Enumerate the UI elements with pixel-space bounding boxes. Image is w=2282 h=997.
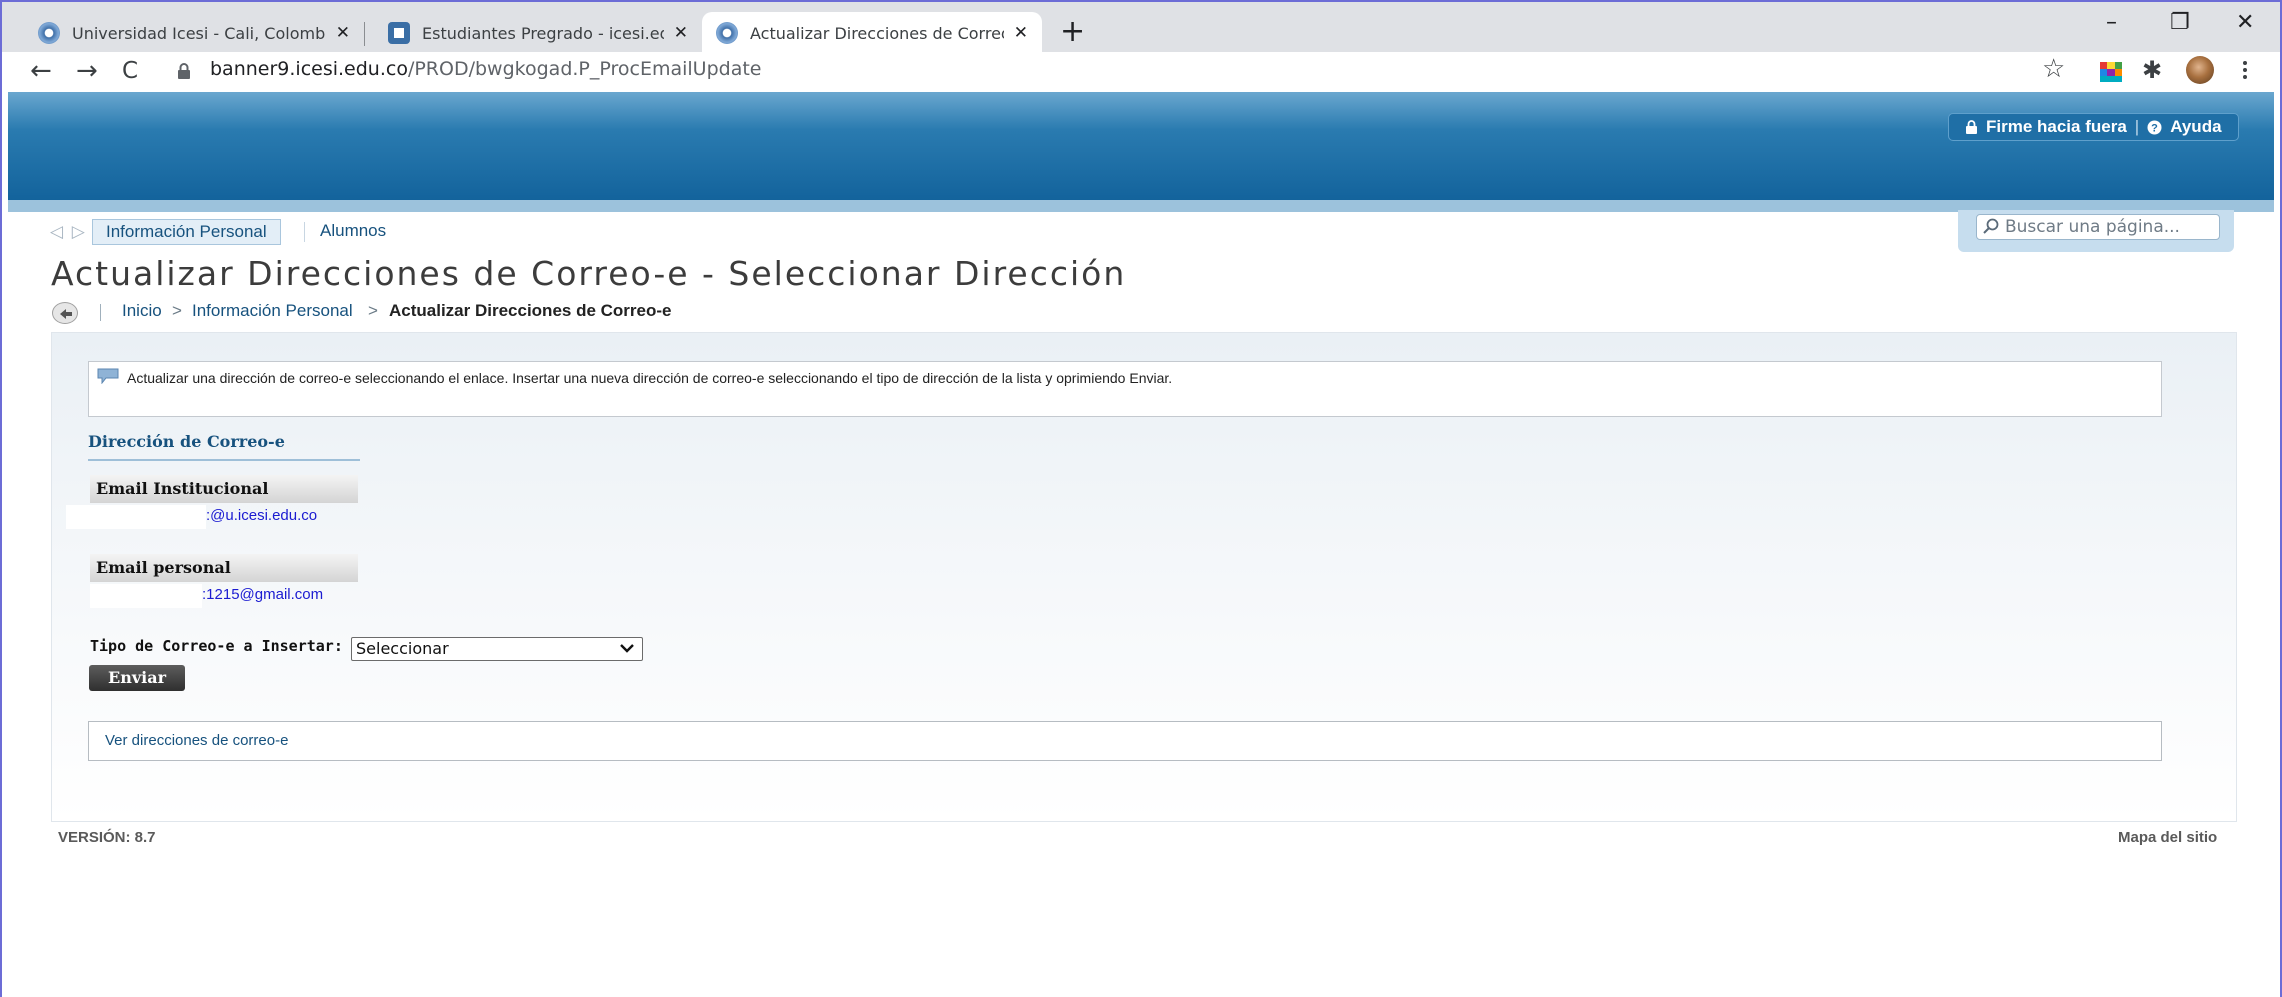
tab-title: Universidad Icesi - Cali, Colombia xyxy=(72,23,326,43)
header-actions: Firme hacia fuera | ? Ayuda xyxy=(1948,113,2239,141)
breadcrumb-separator: > xyxy=(368,301,378,320)
browser-tab-universidad[interactable]: Universidad Icesi - Cali, Colombia ✕ xyxy=(24,12,364,54)
section-heading: Dirección de Correo-e xyxy=(88,432,360,461)
browser-tab-estudiantes[interactable]: Estudiantes Pregrado - icesi.edu.co ✕ xyxy=(374,12,702,54)
help-link[interactable]: Ayuda xyxy=(2170,117,2221,137)
address-bar[interactable]: banner9.icesi.edu.co/PROD/bwgkogad.P_Pro… xyxy=(210,58,762,80)
banner-bottom-strip xyxy=(8,200,2274,212)
browser-tab-bar: Universidad Icesi - Cali, Colombia ✕ Est… xyxy=(0,0,2282,54)
svg-text:?: ? xyxy=(2151,122,2158,134)
help-icon: ? xyxy=(2147,120,2162,134)
back-button[interactable]: ← xyxy=(30,56,52,86)
tab-title: Actualizar Direcciones de Correo-e xyxy=(750,23,1004,43)
extensions-puzzle-icon[interactable]: ✱ xyxy=(2142,56,2162,84)
sitemap-link[interactable]: Mapa del sitio xyxy=(2118,829,2217,846)
redaction-mask xyxy=(66,505,206,529)
browser-tab-actualizar[interactable]: Actualizar Direcciones de Correo-e ✕ xyxy=(702,12,1042,54)
menu-separator xyxy=(304,222,305,242)
breadcrumb-inicio[interactable]: Inicio xyxy=(122,301,162,321)
back-arrow-icon[interactable] xyxy=(52,302,78,324)
chevron-down-icon xyxy=(620,644,634,653)
url-host: banner9.icesi.edu.co xyxy=(210,58,408,80)
version-label: VERSIÓN: 8.7 xyxy=(58,829,156,846)
view-emails-link[interactable]: Ver direcciones de correo-e xyxy=(105,732,288,749)
site-banner xyxy=(8,92,2274,200)
profile-avatar[interactable] xyxy=(2186,56,2214,84)
window-frame-left xyxy=(0,138,2,997)
search-icon xyxy=(1983,218,1999,234)
email-type-label: Email Institucional xyxy=(90,475,358,503)
breadcrumb-current: Actualizar Direcciones de Correo-e xyxy=(389,301,672,320)
icesi-favicon-icon xyxy=(716,22,738,44)
close-window-button[interactable]: ✕ xyxy=(2236,10,2254,35)
submit-button[interactable]: Enviar xyxy=(89,665,185,691)
menu-nav-arrows-icon[interactable]: ◁ ▷ xyxy=(50,222,87,242)
info-text: Actualizar una dirección de correo-e sel… xyxy=(127,370,1173,386)
lock-icon xyxy=(1966,120,1977,134)
breadcrumb-divider xyxy=(100,304,101,321)
redaction-mask xyxy=(90,584,202,608)
new-tab-button[interactable]: + xyxy=(1060,14,1085,49)
signout-link[interactable]: Firme hacia fuera xyxy=(1986,117,2127,137)
insert-type-label: Tipo de Correo-e a Insertar: xyxy=(90,637,343,655)
email-type-label: Email personal xyxy=(90,554,358,582)
url-path: /PROD/bwgkogad.P_ProcEmailUpdate xyxy=(407,58,762,80)
speech-bubble-icon xyxy=(97,368,119,384)
tab-informacion-personal[interactable]: Información Personal xyxy=(92,219,281,245)
bookmark-star-icon[interactable]: ☆ xyxy=(2042,54,2065,84)
page-title: Actualizar Direcciones de Correo-e - Sel… xyxy=(51,254,1127,293)
email-personal-link[interactable]: :1215@gmail.com xyxy=(202,586,323,603)
forward-button[interactable]: → xyxy=(76,56,98,86)
restore-button[interactable]: ❐ xyxy=(2170,10,2190,35)
more-menu-icon[interactable] xyxy=(2242,60,2248,80)
breadcrumb-separator: > xyxy=(172,301,182,320)
lock-icon[interactable] xyxy=(176,62,192,80)
tab-separator xyxy=(364,22,365,46)
reload-button[interactable]: C xyxy=(122,58,138,84)
icesi-favicon-icon xyxy=(38,22,60,44)
email-institucional-link[interactable]: :@u.icesi.edu.co xyxy=(206,507,317,524)
tab-title: Estudiantes Pregrado - icesi.edu.co xyxy=(422,23,664,43)
tab-alumnos[interactable]: Alumnos xyxy=(320,221,386,241)
color-extension-icon[interactable] xyxy=(2100,62,2122,82)
tab-close-icon[interactable]: ✕ xyxy=(1014,23,1028,43)
header-separator: | xyxy=(2134,117,2140,136)
view-emails-box: Ver direcciones de correo-e xyxy=(88,721,2162,761)
minimize-button[interactable]: – xyxy=(2106,10,2117,35)
tab-close-icon[interactable]: ✕ xyxy=(336,23,350,43)
search-input[interactable]: Buscar una página... xyxy=(1976,214,2220,240)
tab-close-icon[interactable]: ✕ xyxy=(674,23,688,43)
email-type-select[interactable]: Seleccionar xyxy=(351,637,643,661)
breadcrumb-informacion-personal[interactable]: Información Personal xyxy=(192,301,353,321)
estudiantes-favicon-icon xyxy=(388,22,410,44)
